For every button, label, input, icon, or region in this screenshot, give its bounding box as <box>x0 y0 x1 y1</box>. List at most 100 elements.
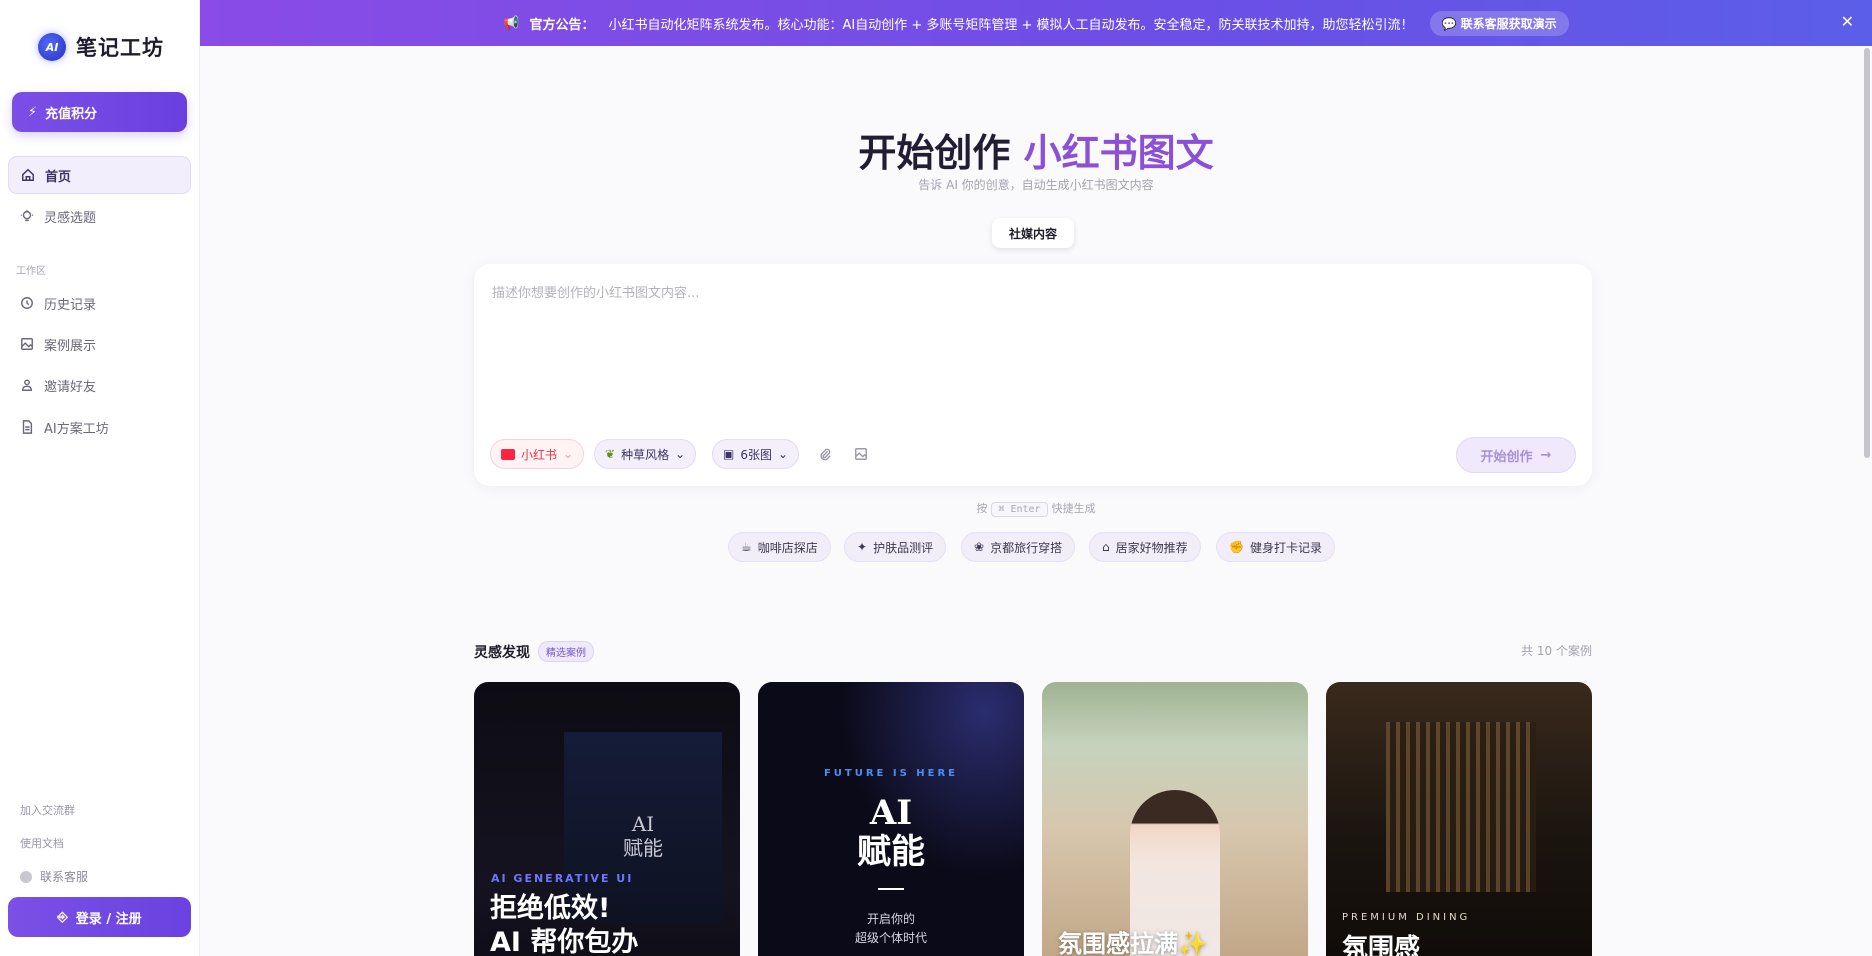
sidebar-item-label: 灵感选题 <box>44 210 97 226</box>
support-label: 联系客服 <box>40 870 89 884</box>
support-link[interactable]: 联系客服 <box>20 868 88 885</box>
card-title: AI 赋能 <box>758 793 1024 873</box>
xiaohongshu-icon <box>501 448 515 460</box>
card-photo-interior <box>1386 722 1536 892</box>
prompt-editor: 小红书 ⌄ ❦ 种草风格 ⌄ ▣ 6张图 ⌄ 开始创作 → <box>474 264 1592 486</box>
arrow-right-icon: → <box>1540 447 1552 463</box>
shortcut-hint: 按 ⌘ Enter 快捷生成 <box>200 500 1872 517</box>
sidebar-item-invite[interactable]: 邀请好友 <box>8 366 191 404</box>
page-scrollbar[interactable] <box>1864 48 1870 458</box>
contact-demo-label: 联系客服获取演示 <box>1460 16 1557 31</box>
chevron-down-icon: ⌄ <box>563 447 574 461</box>
announcement-bar: 📢 官方公告： 小红书自动化矩阵系统发布。核心功能：AI自动创作 + 多账号矩阵… <box>200 0 1872 46</box>
case-card[interactable]: AI 赋能 AI GENERATIVE UI 拒绝低效! AI 帮你包办 <box>474 682 740 956</box>
file-icon <box>22 420 33 434</box>
suggestion-chip[interactable]: ❀ 京都旅行穿搭 <box>961 532 1076 562</box>
chevron-down-icon: ⌄ <box>675 447 686 461</box>
command-key-icon: ⌘ <box>998 504 1005 515</box>
hint-suffix: 快捷生成 <box>1051 502 1096 515</box>
users-icon <box>21 379 33 391</box>
card-title: 氛围感拉满✨ <box>1058 930 1208 956</box>
docs-link[interactable]: 使用文档 <box>20 835 64 851</box>
support-icon <box>20 870 32 883</box>
enter-key-label: Enter <box>1010 504 1041 515</box>
prompt-input[interactable] <box>492 282 1572 402</box>
sidebar-item-inspiration[interactable]: 灵感选题 <box>8 197 191 235</box>
logo-badge: AI <box>38 33 66 61</box>
announcement-text: 小红书自动化矩阵系统发布。核心功能：AI自动创作 + 多账号矩阵管理 + 模拟人… <box>608 17 1414 33</box>
recharge-label: 充值积分 <box>45 106 98 122</box>
megaphone-icon: 📢 <box>503 15 520 31</box>
suggestion-chip[interactable]: ✊ 健身打卡记录 <box>1216 532 1335 562</box>
logo-text: 笔记工坊 <box>76 35 164 60</box>
suggestion-chip[interactable]: ⌂ 居家好物推荐 <box>1089 532 1201 562</box>
card-title-line: 拒绝低效! <box>490 893 611 924</box>
title-accent: 小红书图文 <box>1023 130 1214 175</box>
clock-icon <box>21 297 33 309</box>
card-title: 拒绝低效! AI 帮你包办 <box>490 892 638 956</box>
card-title: 氛围感 <box>1342 934 1421 956</box>
sidebar-item-history[interactable]: 历史记录 <box>8 284 191 322</box>
announcement-title: 官方公告： <box>529 17 595 33</box>
sidebar-item-cases[interactable]: 案例展示 <box>8 325 191 363</box>
muscle-icon: ✊ <box>1229 540 1244 554</box>
card-title-line: AI <box>869 793 913 833</box>
contact-demo-button[interactable]: 💬 联系客服获取演示 <box>1429 10 1569 36</box>
card-caption-line: 超级个体时代 <box>854 931 927 946</box>
suggestion-chip[interactable]: ☕ 咖啡店探店 <box>728 532 831 562</box>
image-count-select[interactable]: ▣ 6张图 ⌄ <box>712 439 800 469</box>
sidebar-item-label: 历史记录 <box>44 297 97 313</box>
case-card[interactable]: FUTURE IS HERE AI 赋能 开启你的 超级个体时代 <box>758 682 1024 956</box>
close-icon[interactable]: ✕ <box>1841 12 1854 31</box>
card-tag: PREMIUM DINING <box>1342 912 1471 923</box>
title-main: 开始创作 <box>858 130 1011 175</box>
suggestion-label: 健身打卡记录 <box>1249 540 1322 555</box>
tab-social-content[interactable]: 社媒内容 <box>992 218 1074 248</box>
login-label: 登录 / 注册 <box>75 911 142 927</box>
suggestion-label: 咖啡店探店 <box>757 540 818 555</box>
platform-label: 小红书 <box>521 447 558 462</box>
flower-icon: ❀ <box>974 540 985 554</box>
sprout-icon: ❦ <box>605 447 616 461</box>
card-tag: AI GENERATIVE UI <box>491 872 634 885</box>
card-divider <box>878 888 904 890</box>
page-subtitle: 告诉 AI 你的创意，自动生成小红书图文内容 <box>918 178 1154 192</box>
sidebar-item-ai-workshop[interactable]: AI方案工坊 <box>8 408 191 446</box>
case-card[interactable]: PREMIUM DINING 氛围感 <box>1326 682 1592 956</box>
featured-badge: 精选案例 <box>538 641 594 662</box>
card-caption-line: 开启你的 <box>866 912 915 926</box>
card-inner-title: AI 赋能 <box>623 812 663 860</box>
bulb-icon <box>20 209 34 222</box>
logo[interactable]: AI 笔记工坊 <box>38 32 164 62</box>
house-icon: ⌂ <box>1102 540 1110 554</box>
start-create-label: 开始创作 <box>1480 449 1533 465</box>
login-icon: ⎆ <box>57 909 68 925</box>
start-create-button[interactable]: 开始创作 → <box>1456 437 1576 473</box>
chevron-down-icon: ⌄ <box>777 447 789 461</box>
shortcut-key: ⌘ Enter <box>991 502 1048 517</box>
platform-select[interactable]: 小红书 ⌄ <box>490 439 585 469</box>
suggestion-chip[interactable]: ✦ 护肤品测评 <box>844 532 947 562</box>
case-count: 共 10 个案例 <box>1521 644 1592 658</box>
card-tag: FUTURE IS HERE <box>823 768 959 779</box>
sparkle-icon: ✦ <box>857 540 868 554</box>
style-select[interactable]: ❦ 种草风格 ⌄ <box>594 439 697 469</box>
suggestion-label: 京都旅行穿搭 <box>990 540 1063 555</box>
sidebar-item-label: 邀请好友 <box>44 379 97 395</box>
card-title-line: 赋能 <box>857 832 925 873</box>
login-button[interactable]: ⎆ 登录 / 注册 <box>8 897 191 937</box>
card-caption: 开启你的 超级个体时代 <box>758 910 1024 948</box>
case-card[interactable]: 氛围感拉满✨ <box>1042 682 1308 956</box>
hint-prefix: 按 <box>976 502 988 515</box>
image-icon: ▣ <box>723 447 735 461</box>
sidebar-item-label: 案例展示 <box>44 338 97 354</box>
join-group-link[interactable]: 加入交流群 <box>20 802 75 818</box>
sidebar-item-label: AI方案工坊 <box>44 421 109 437</box>
inspiration-title: 灵感发现 <box>474 644 530 661</box>
card-title-line: AI 帮你包办 <box>490 926 639 956</box>
page-title: 开始创作 小红书图文 <box>0 122 1872 177</box>
suggestion-label: 居家好物推荐 <box>1115 540 1188 555</box>
attachment-icon[interactable] <box>818 447 832 461</box>
upload-image-icon[interactable] <box>854 447 868 461</box>
image-icon <box>21 338 33 350</box>
